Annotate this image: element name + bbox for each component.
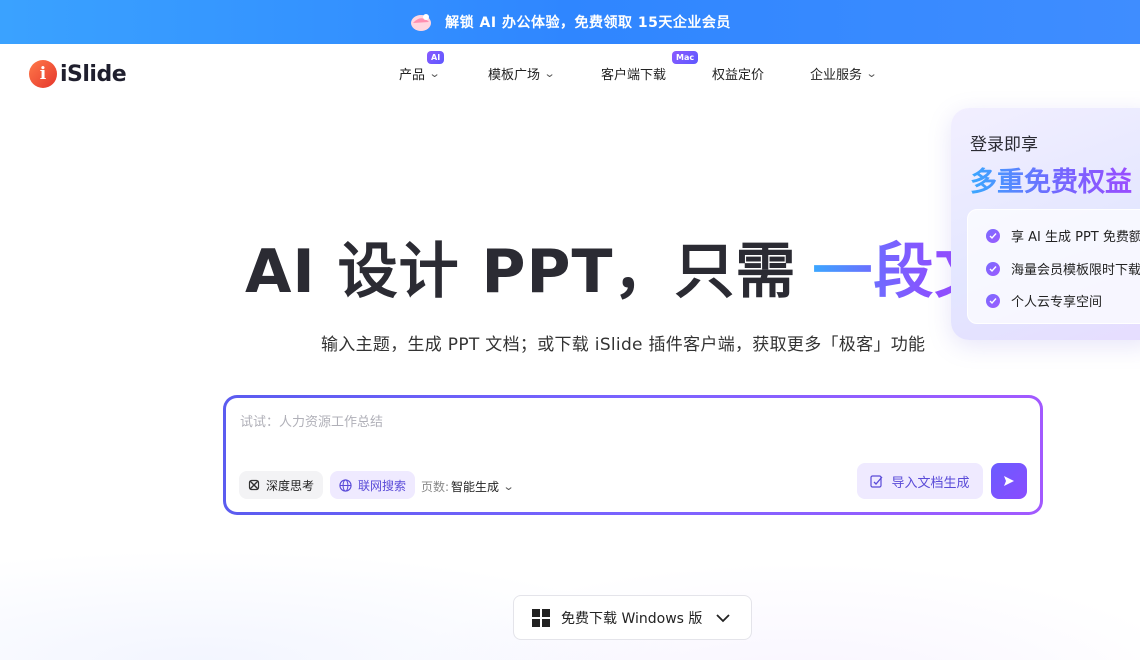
pages-value: 智能生成 [451, 480, 500, 494]
edit-document-icon [870, 475, 883, 488]
chevron-down-icon: ⌄ [865, 67, 878, 80]
nav-item-products[interactable]: 产品 ⌄ AI [399, 51, 445, 83]
download-windows-button[interactable]: 免费下载 Windows 版 [513, 595, 752, 640]
atom-icon [248, 479, 260, 491]
mac-badge: Mac [672, 51, 699, 64]
import-document-button[interactable]: 导入文档生成 [857, 463, 983, 499]
check-circle-icon [986, 228, 1000, 243]
nav-item-enterprise[interactable]: 企业服务 ⌄ [810, 64, 878, 83]
promo-headline: 多重免费权益 [970, 160, 1132, 199]
web-search-toggle[interactable]: 联网搜索 [330, 471, 416, 499]
nav-item-label: 客户端下载 [601, 68, 667, 83]
login-promo-panel[interactable]: 登录即享 多重免费权益 享 AI 生成 PPT 免费额度 海量会员模板限时下载 … [951, 108, 1140, 340]
send-icon [1004, 476, 1014, 486]
prompt-box-inner: 深度思考 联网搜索 页数: 智能生成 ⌄ 导入文档生成 [226, 398, 1040, 512]
import-label: 导入文档生成 [891, 475, 970, 491]
banner-text: 解锁 AI 办公体验，免费领取 15天企业会员 [445, 15, 731, 31]
pages-select[interactable]: 页数: 智能生成 ⌄ [421, 478, 515, 495]
nav-item-pricing[interactable]: 权益定价 [712, 64, 764, 83]
headline-main: AI 设计 PPT，只需 [245, 237, 797, 307]
nav-item-download[interactable]: 客户端下载 Mac [601, 51, 699, 83]
benefit-label: 海量会员模板限时下载 [1011, 263, 1140, 278]
check-circle-icon [986, 261, 1000, 276]
check-circle-icon [986, 293, 1000, 308]
benefit-item: 海量会员模板限时下载 [986, 259, 1140, 278]
chevron-down-icon: ⌄ [502, 480, 515, 493]
chevron-down-icon: ⌄ [428, 67, 441, 80]
benefit-label: 享 AI 生成 PPT 免费额度 [1011, 230, 1140, 245]
chevron-down-icon: ⌄ [543, 67, 556, 80]
gift-icon [411, 14, 432, 31]
nav-item-label: 模板广场 [488, 68, 541, 83]
nav-item-templates[interactable]: 模板广场 ⌄ [488, 64, 556, 83]
pages-label: 页数: [421, 480, 450, 494]
prompt-input[interactable] [240, 414, 1020, 429]
hero-headline: AI 设计 PPT，只需 一段文 [245, 236, 995, 308]
globe-icon [339, 478, 352, 492]
benefit-item: 享 AI 生成 PPT 免费额度 [986, 226, 1140, 245]
promo-banner[interactable]: 解锁 AI 办公体验，免费领取 15天企业会员 [0, 0, 1140, 44]
benefit-label: 个人云专享空间 [1011, 295, 1103, 310]
nav-item-label: 企业服务 [810, 68, 863, 83]
download-label: 免费下载 Windows 版 [561, 610, 703, 627]
deep-think-toggle[interactable]: 深度思考 [239, 471, 324, 499]
prompt-box: 深度思考 联网搜索 页数: 智能生成 ⌄ 导入文档生成 [223, 395, 1043, 515]
promo-benefits-card: 享 AI 生成 PPT 免费额度 海量会员模板限时下载 个人云专享空间 [967, 209, 1140, 324]
top-nav: i iSlide 产品 ⌄ AI 模板广场 ⌄ 客户端下载 Mac 权益定价 企… [0, 44, 1140, 102]
send-button[interactable] [991, 463, 1027, 499]
logo[interactable]: i iSlide [29, 60, 127, 88]
promo-title: 登录即享 [970, 135, 1038, 155]
hero-subtitle: 输入主题，生成 PPT 文档；或下载 iSlide 插件客户端，获取更多「极客」… [321, 335, 926, 355]
benefit-item: 个人云专享空间 [986, 291, 1102, 310]
nav-item-label: 权益定价 [712, 68, 765, 83]
ai-badge: AI [427, 51, 445, 64]
chevron-down-icon[interactable] [716, 613, 731, 623]
web-search-label: 联网搜索 [358, 478, 407, 493]
logo-text: iSlide [60, 61, 127, 87]
windows-icon [532, 608, 550, 627]
nav-item-label: 产品 [399, 68, 426, 83]
deep-think-label: 深度思考 [266, 478, 315, 493]
logo-icon: i [29, 60, 57, 88]
